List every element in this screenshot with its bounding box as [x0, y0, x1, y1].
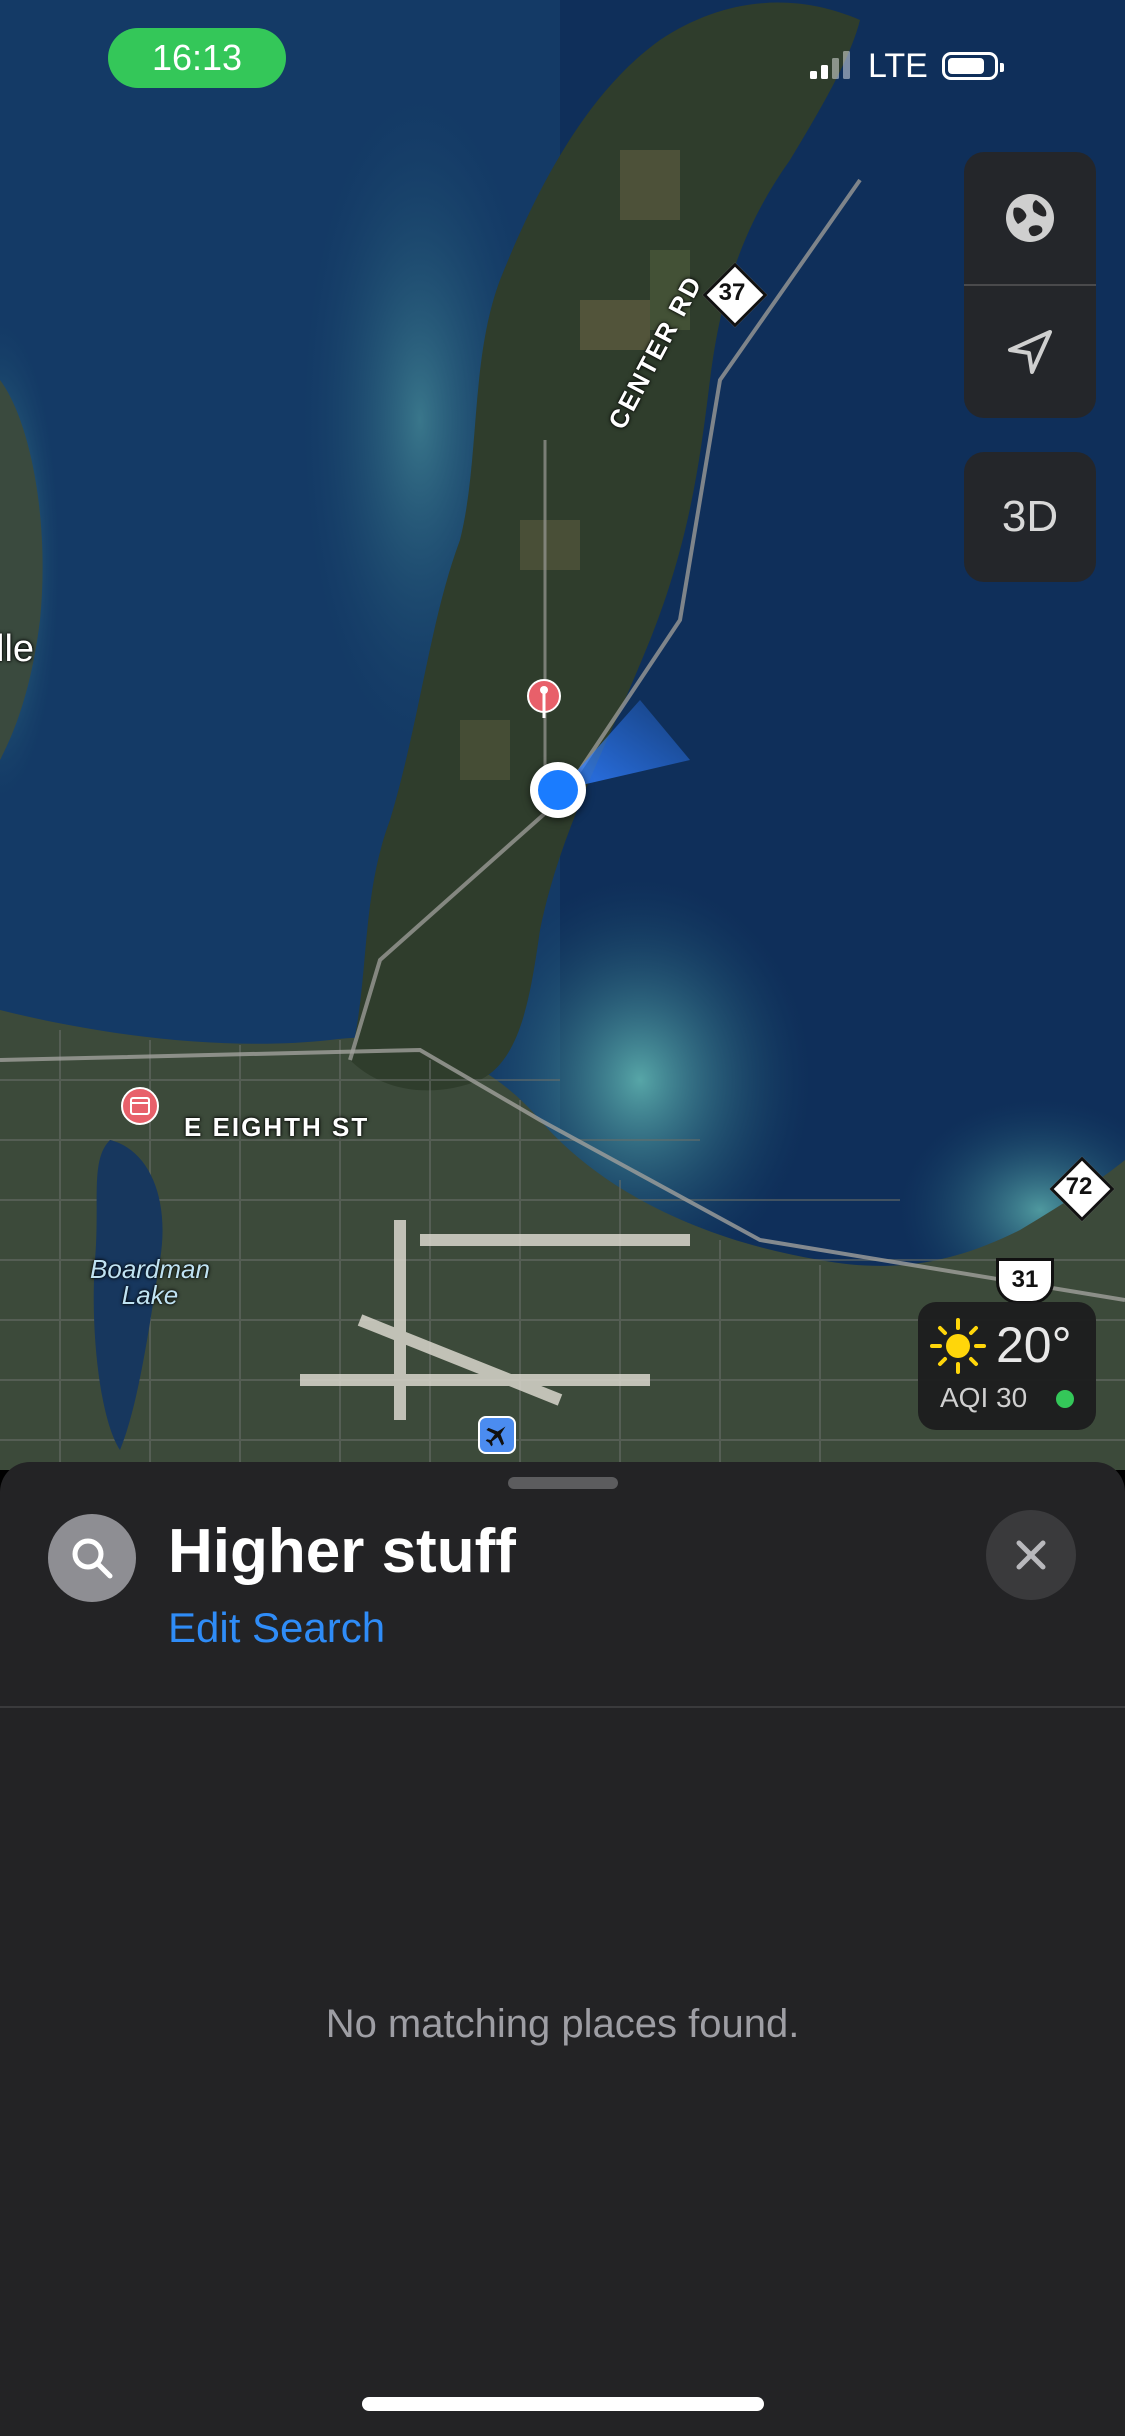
aqi-status-dot — [1056, 1390, 1074, 1408]
map-label-boardman-lake: Boardman Lake — [90, 1254, 210, 1310]
search-results-sheet[interactable]: Higher stuff Edit Search No matching pla… — [0, 1462, 1125, 2436]
status-indicators: LTE — [810, 44, 1004, 88]
weather-widget[interactable]: 20° AQI 30 — [918, 1302, 1096, 1430]
globe-icon — [1006, 194, 1054, 242]
location-pin-icon[interactable] — [524, 678, 564, 726]
status-time: 16:13 — [108, 28, 286, 88]
m37-shield-number: 37 — [718, 279, 746, 306]
satellite-map[interactable]: 37 72 31 lle CENTER RD E EIGHTH ST Board… — [0, 0, 1125, 1470]
weather-temperature: 20° — [996, 1317, 1072, 1373]
map-imagery — [0, 0, 1125, 1470]
sheet-grabber[interactable] — [508, 1477, 618, 1489]
edit-search-link[interactable]: Edit Search — [168, 1604, 385, 1652]
cellular-signal-icon — [810, 51, 850, 79]
empty-results-message: No matching places found. — [325, 2002, 800, 2046]
close-button[interactable] — [986, 1510, 1076, 1600]
sheet-divider — [0, 1706, 1125, 1708]
map-controls — [964, 152, 1096, 418]
battery-icon — [941, 52, 1004, 80]
m72-shield-number: 72 — [1065, 1173, 1093, 1200]
search-icon-button — [48, 1514, 136, 1602]
airport-icon[interactable] — [478, 1416, 516, 1454]
air-quality-index: AQI 30 — [940, 1382, 1028, 1413]
search-query-title: Higher stuff — [168, 1517, 516, 1586]
us31-shield: 31 — [996, 1258, 1054, 1304]
three-d-label: 3D — [1001, 492, 1059, 541]
sun-icon — [930, 1318, 986, 1374]
maps-screen: 37 72 31 lle CENTER RD E EIGHTH ST Board… — [0, 0, 1125, 2436]
home-indicator[interactable] — [362, 2397, 764, 2411]
calendar-poi-icon[interactable] — [120, 1086, 160, 1126]
battery-fill — [947, 58, 985, 74]
locate-me-button[interactable] — [964, 286, 1096, 418]
map-label-city: lle — [0, 628, 35, 670]
map-mode-button[interactable] — [964, 152, 1096, 284]
three-d-button[interactable]: 3D — [964, 452, 1096, 582]
current-location-icon[interactable] — [530, 762, 586, 818]
search-icon — [72, 1538, 113, 1579]
map-label-eighth-st: E EIGHTH ST — [184, 1112, 370, 1142]
location-arrow-icon — [1008, 330, 1052, 374]
network-type: LTE — [868, 46, 928, 85]
close-icon — [1016, 1540, 1046, 1570]
